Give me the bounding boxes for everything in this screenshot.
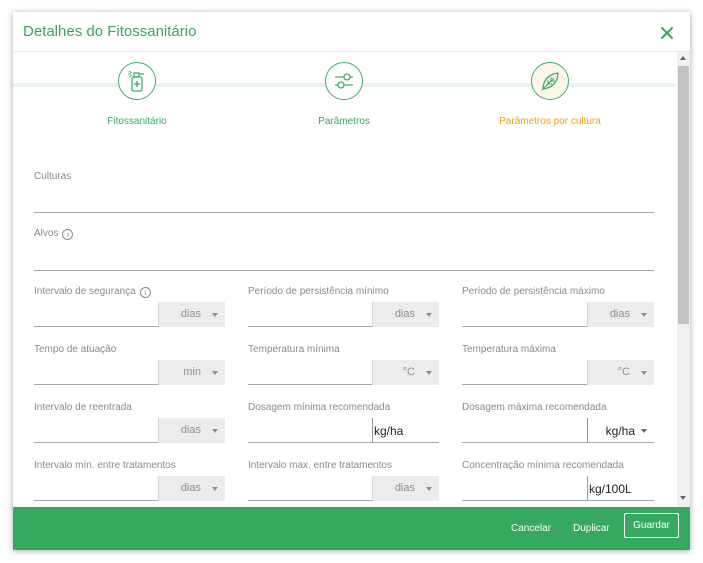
caret-down-icon: [426, 487, 432, 491]
unit-display: kg/ha: [372, 418, 439, 443]
unit-select[interactable]: dias: [158, 476, 225, 501]
step-label: Parâmetros: [318, 116, 370, 127]
step-parametros[interactable]: Parâmetros: [264, 62, 424, 127]
unit-text: min: [183, 366, 201, 378]
dosagem-maxima-input[interactable]: kg/ha: [462, 418, 654, 443]
caret-down-icon: [641, 371, 647, 375]
unit-text: dias: [394, 482, 415, 494]
caret-down-icon: [212, 313, 218, 317]
info-icon[interactable]: i: [139, 287, 151, 298]
unit-text: dias: [609, 308, 630, 320]
intervalo-seguranca-input[interactable]: dias: [34, 302, 225, 327]
intervalo-max-tratamentos-label: Intervalo max. entre tratamentos: [248, 460, 392, 471]
tempo-atuacao-label: Tempo de atuação: [34, 344, 117, 355]
tempo-atuacao-input[interactable]: min: [34, 360, 225, 385]
duplicate-button[interactable]: Duplicar: [573, 523, 610, 534]
close-icon[interactable]: [658, 24, 676, 42]
scroll-down-icon[interactable]: [680, 496, 686, 500]
dialog-header: Detalhes do Fitossanitário: [13, 12, 690, 52]
persistencia-minimo-input[interactable]: dias: [248, 302, 439, 327]
dosagem-minima-label: Dosagem mínima recomendada: [248, 402, 391, 413]
details-dialog: Detalhes do Fitossanitário Fitossanitári…: [13, 12, 690, 550]
unit-text: kg/ha: [605, 424, 635, 438]
scroll-thumb[interactable]: [678, 66, 689, 324]
persistencia-maximo-label: Período de persistência máximo: [462, 286, 605, 297]
persistencia-maximo-input[interactable]: dias: [462, 302, 654, 327]
intervalo-reentrada-input[interactable]: dias: [34, 418, 225, 443]
culturas-input[interactable]: [34, 212, 654, 213]
temperatura-minima-label: Temperatura mínima: [248, 344, 340, 355]
unit-select[interactable]: °C: [587, 360, 654, 385]
alvos-label-text: Alvos: [34, 228, 59, 239]
unit-text: kg/ha: [374, 424, 404, 438]
caret-down-icon: [641, 313, 647, 317]
intervalo-max-tratamentos-input[interactable]: dias: [248, 476, 439, 501]
step-label: Parâmetros por cultura: [499, 116, 601, 127]
unit-select[interactable]: kg/ha: [587, 418, 654, 443]
unit-select[interactable]: dias: [372, 476, 439, 501]
unit-select[interactable]: dias: [587, 302, 654, 327]
unit-text: dias: [180, 482, 201, 494]
unit-text: kg/100L: [589, 482, 632, 496]
info-icon[interactable]: i: [62, 229, 74, 240]
caret-down-icon: [426, 371, 432, 375]
caret-down-icon: [212, 487, 218, 491]
culturas-label: Culturas: [34, 171, 72, 182]
leaf-icon: [531, 62, 569, 100]
caret-down-icon: [212, 371, 218, 375]
intervalo-min-tratamentos-input[interactable]: dias: [34, 476, 225, 501]
unit-select[interactable]: dias: [372, 302, 439, 327]
sliders-icon: [325, 62, 363, 100]
unit-select[interactable]: min: [158, 360, 225, 385]
unit-select[interactable]: °C: [372, 360, 439, 385]
intervalo-min-tratamentos-label: Intervalo mín. entre tratamentos: [34, 460, 176, 471]
concentracao-minima-label: Concentração mínima recomendada: [462, 460, 624, 471]
unit-text: dias: [180, 424, 201, 436]
unit-text: °C: [402, 366, 415, 378]
unit-select[interactable]: dias: [158, 418, 225, 443]
concentracao-minima-input[interactable]: kg/100L: [462, 476, 654, 501]
temperatura-minima-input[interactable]: °C: [248, 360, 439, 385]
dialog-content: Fitossanitário Parâmetros Parâmetros por…: [13, 52, 676, 507]
scroll-up-icon[interactable]: [680, 56, 686, 60]
step-fitossanitario[interactable]: Fitossanitário: [57, 62, 217, 127]
unit-text: dias: [180, 308, 201, 320]
cancel-button[interactable]: Cancelar: [511, 523, 551, 534]
step-label: Fitossanitário: [107, 116, 167, 127]
save-button[interactable]: Guardar: [624, 513, 679, 538]
temperatura-maxima-label: Temperatura máxima: [462, 344, 556, 355]
intervalo-reentrada-label: Intervalo de reentrada: [34, 402, 132, 413]
dosagem-minima-input[interactable]: kg/ha: [248, 418, 439, 443]
unit-text: °C: [617, 366, 630, 378]
persistencia-minimo-label: Período de persistência mínimo: [248, 286, 389, 297]
intervalo-seguranca-label: Intervalo de segurança i: [34, 286, 151, 298]
spray-bottle-icon: [118, 62, 156, 100]
intervalo-seguranca-label-text: Intervalo de segurança: [34, 286, 136, 297]
step-parametros-por-cultura[interactable]: Parâmetros por cultura: [470, 62, 630, 127]
caret-down-icon: [212, 429, 218, 433]
caret-down-icon: [641, 429, 647, 433]
unit-text: dias: [394, 308, 415, 320]
dialog-footer: Cancelar Duplicar Guardar: [13, 507, 690, 550]
vertical-scrollbar[interactable]: [677, 52, 690, 507]
temperatura-maxima-input[interactable]: °C: [462, 360, 654, 385]
dosagem-maxima-label: Dosagem máxima recomendada: [462, 402, 607, 413]
unit-select[interactable]: dias: [158, 302, 225, 327]
caret-down-icon: [426, 313, 432, 317]
alvos-label: Alvos i: [34, 228, 74, 240]
dialog-title: Detalhes do Fitossanitário: [23, 23, 197, 40]
unit-display: kg/100L: [587, 476, 654, 501]
alvos-input[interactable]: [34, 270, 654, 271]
